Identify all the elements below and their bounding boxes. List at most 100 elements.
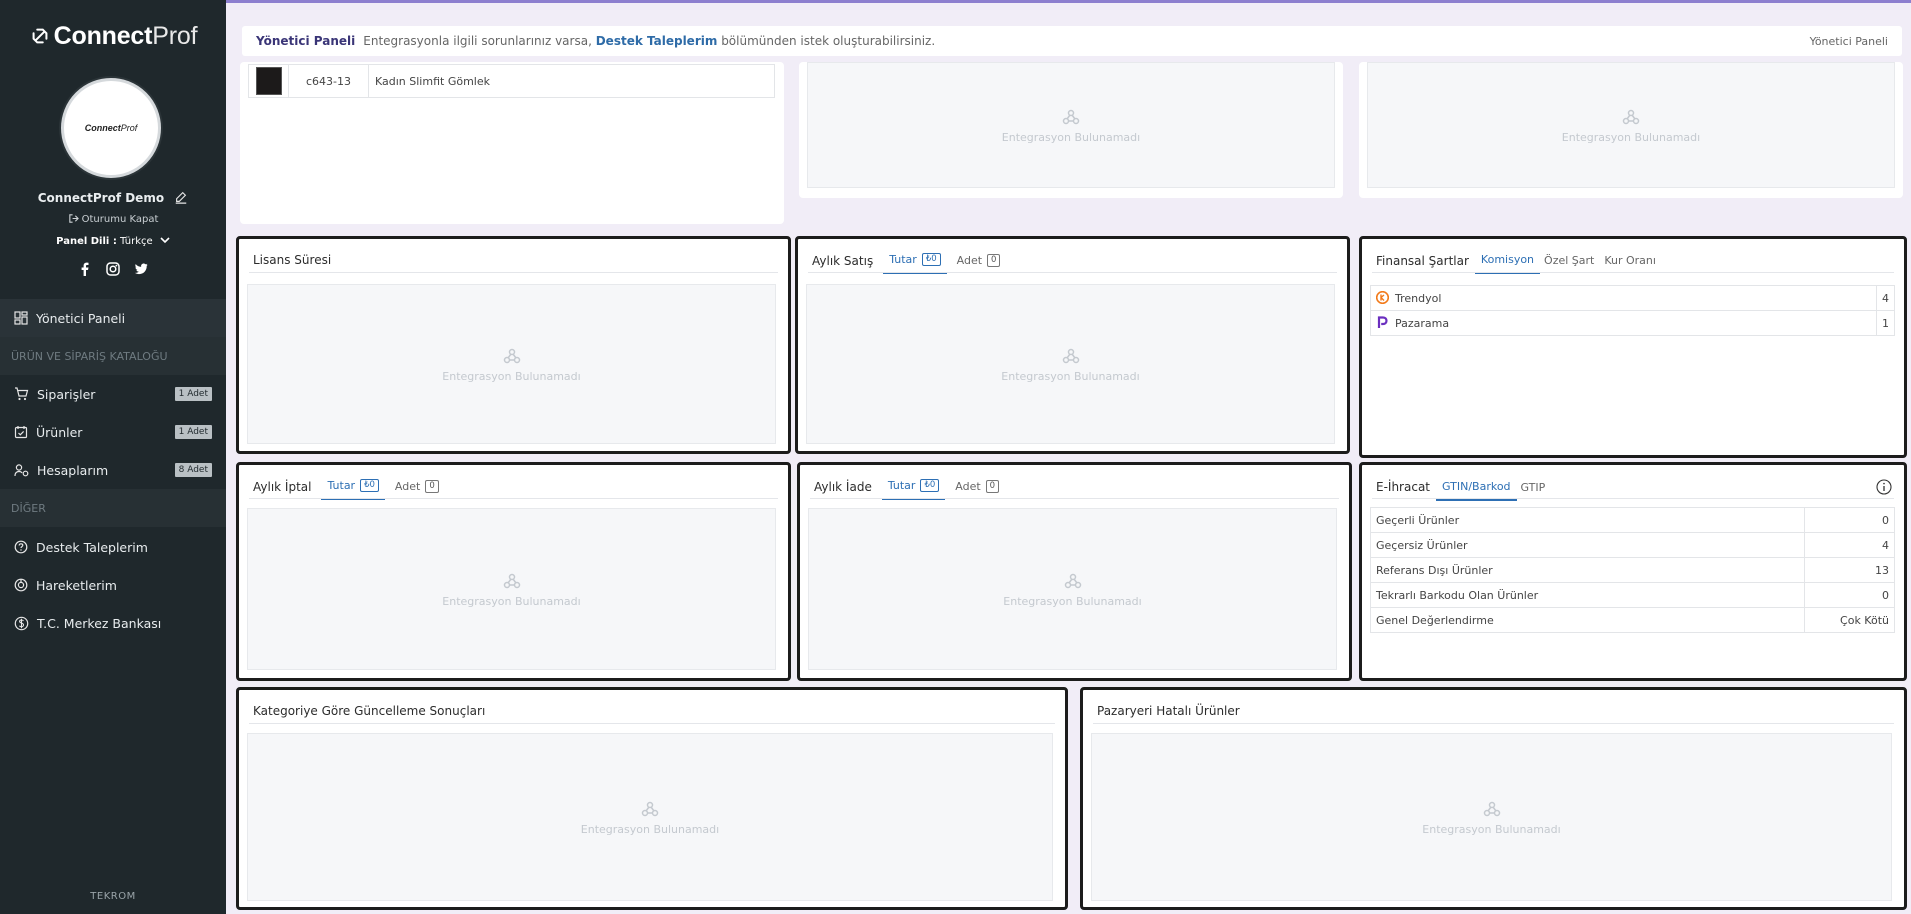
tab-quantity[interactable]: Adet 0 — [949, 479, 1005, 500]
products-count-badge: 1 Adet — [174, 425, 212, 439]
divider — [1372, 498, 1894, 499]
accounts-count-badge: 8 Adet — [174, 463, 212, 477]
trendyol-logo-icon — [1375, 290, 1390, 305]
product-name: Kadın Slimfit Gömlek — [375, 74, 490, 88]
twitter-icon[interactable] — [134, 262, 148, 276]
tab-special-terms[interactable]: Özel Şart — [1544, 253, 1600, 274]
divider — [1093, 723, 1894, 724]
sidebar: ConnectProf ConnectProf ConnectProf Demo… — [0, 0, 226, 914]
brand-logo[interactable]: ConnectProf — [0, 22, 226, 51]
support-link[interactable]: Destek Taleplerim — [596, 34, 718, 48]
user-name: ConnectProf Demo — [0, 190, 226, 205]
finance-card: Finansal Şartlar Komisyon Özel Şart Kur … — [1359, 236, 1907, 458]
card-title: Finansal Şartlar Komisyon Özel Şart Kur … — [1376, 253, 1666, 274]
divider — [249, 723, 1055, 724]
empty-state: Entegrasyon Bulunamadı — [808, 508, 1337, 670]
language-selector[interactable]: Panel Dili : Türkçe — [0, 236, 226, 247]
product-code: c643-13 — [289, 65, 369, 97]
table-row[interactable]: Geçerli Ürünler 0 — [1370, 507, 1895, 533]
table-row[interactable]: Referans Dışı Ürünler 13 — [1370, 557, 1895, 583]
product-icon — [14, 426, 28, 439]
sidebar-item-central-bank[interactable]: T.C. Merkez Bankası — [0, 604, 226, 642]
webhook-icon — [1483, 801, 1500, 816]
empty-state: Entegrasyon Bulunamadı — [807, 62, 1335, 188]
card-title: Kategoriye Göre Güncelleme Sonuçları — [253, 704, 486, 718]
category-updates-card: Kategoriye Göre Güncelleme Sonuçları Ent… — [236, 687, 1068, 910]
commission-value: 4 — [1876, 285, 1895, 311]
dashboard-icon — [14, 311, 28, 325]
card-title: Lisans Süresi — [253, 253, 332, 267]
monthly-sales-card: Aylık Satış Tutar ₺0 Adet 0 Entegrasyon Bu… — [795, 236, 1350, 454]
empty-state: Entegrasyon Bulunamadı — [247, 508, 776, 670]
webhook-icon — [503, 348, 520, 363]
table-row[interactable]: Tekrarlı Barkodu Olan Ürünler 0 — [1370, 582, 1895, 608]
logout-link[interactable]: Oturumu Kapat — [0, 213, 226, 225]
footer-brand: TEKROM — [90, 891, 136, 902]
cart-icon — [15, 387, 29, 401]
card-title: Aylık Satış Tutar ₺0 Adet 0 — [812, 253, 1010, 274]
breadcrumb[interactable]: Yönetici Paneli — [1810, 35, 1888, 48]
sidebar-item-accounts[interactable]: Hesaplarım 8 Adet — [0, 451, 226, 489]
empty-state: Entegrasyon Bulunamadı — [247, 733, 1053, 901]
tab-quantity[interactable]: Adet 0 — [389, 479, 445, 500]
product-thumbnail — [249, 65, 289, 97]
monthly-cancel-card: Aylık İptal Tutar ₺0 Adet 0 Entegrasyon Bu… — [236, 462, 791, 681]
currency-icon — [14, 616, 29, 630]
top-middle-card: Entegrasyon Bulunamadı — [799, 62, 1343, 198]
help-circle-icon — [14, 540, 28, 554]
card-title: Aylık İptal Tutar ₺0 Adet 0 — [253, 479, 449, 500]
marketplace-errors-card: Pazaryeri Hatalı Ürünler Entegrasyon Bul… — [1080, 687, 1907, 910]
tab-amount[interactable]: Tutar ₺0 — [321, 479, 385, 500]
tab-exchange-rate[interactable]: Kur Oranı — [1604, 253, 1662, 274]
tab-amount[interactable]: Tutar ₺0 — [883, 253, 947, 274]
webhook-icon — [641, 801, 659, 816]
monthly-return-card: Aylık İade Tutar ₺0 Adet 0 Entegrasyon Bul… — [797, 462, 1352, 681]
license-card: Lisans Süresi Entegrasyon Bulunamadı — [236, 236, 791, 454]
top-accent-bar — [226, 0, 1911, 3]
divider — [810, 498, 1339, 499]
e-export-card: E-İhracat GTIN/Barkod GTIP Geçerli Ürünl… — [1359, 462, 1907, 681]
tab-amount[interactable]: Tutar ₺0 — [881, 479, 946, 500]
section-catalog: ÜRÜN VE SİPARİŞ KATALOĞU — [0, 337, 226, 375]
empty-state: Entegrasyon Bulunamadı — [1367, 62, 1895, 188]
activity-icon — [14, 578, 28, 592]
divider — [808, 272, 1337, 273]
pazarama-logo-icon — [1377, 316, 1388, 328]
sidebar-item-movements[interactable]: Hareketlerim — [0, 566, 226, 604]
export-table: Geçerli Ürünler 0 Geçersiz Ürünler 4 Refer… — [1370, 507, 1895, 633]
top-right-card: Entegrasyon Bulunamadı — [1359, 62, 1903, 198]
info-icon[interactable] — [1876, 479, 1892, 495]
card-title: Aylık İade Tutar ₺0 Adet 0 — [814, 479, 1009, 500]
orders-count-badge: 1 Adet — [174, 387, 212, 401]
avatar[interactable]: ConnectProf — [61, 78, 161, 178]
empty-state: Entegrasyon Bulunamadı — [247, 284, 776, 444]
sidebar-item-dashboard[interactable]: Yönetici Paneli — [0, 299, 226, 337]
empty-state: Entegrasyon Bulunamadı — [806, 284, 1335, 444]
sidebar-item-orders[interactable]: Siparişler 1 Adet — [0, 375, 226, 413]
page-header: Yönetici Paneli Entegrasyonla ilgili sor… — [242, 26, 1902, 56]
commission-value: 1 — [1876, 310, 1895, 336]
commission-table: Trendyol 4 Pazarama 1 — [1370, 285, 1895, 336]
table-row[interactable]: Trendyol 4 — [1370, 285, 1895, 311]
recent-products-card: c643-13 Kadın Slimfit Gömlek — [240, 62, 784, 224]
table-row[interactable]: Pazarama 1 — [1370, 310, 1895, 336]
page-title: Yönetici Paneli — [256, 34, 356, 48]
edit-icon[interactable] — [174, 190, 188, 204]
avatar-logo: ConnectProf — [84, 123, 138, 133]
webhook-icon — [1622, 109, 1640, 124]
chevron-down-icon — [160, 237, 170, 244]
facebook-icon[interactable] — [78, 262, 92, 276]
tab-quantity[interactable]: Adet 0 — [951, 253, 1007, 274]
logout-icon — [68, 214, 79, 223]
table-row[interactable]: c643-13 Kadın Slimfit Gömlek — [248, 64, 775, 98]
table-row[interactable]: Geçersiz Ürünler 4 — [1370, 532, 1895, 558]
sidebar-item-products[interactable]: Ürünler 1 Adet — [0, 413, 226, 451]
instagram-icon[interactable] — [106, 262, 120, 276]
table-row[interactable]: Genel Değerlendirme Çok Kötü — [1370, 607, 1895, 633]
divider — [249, 272, 778, 273]
tab-commission[interactable]: Komisyon — [1474, 253, 1541, 274]
accounts-icon — [14, 464, 29, 477]
webhook-icon — [1064, 573, 1081, 588]
divider — [1372, 272, 1894, 273]
sidebar-item-support[interactable]: Destek Taleplerim — [0, 528, 226, 566]
